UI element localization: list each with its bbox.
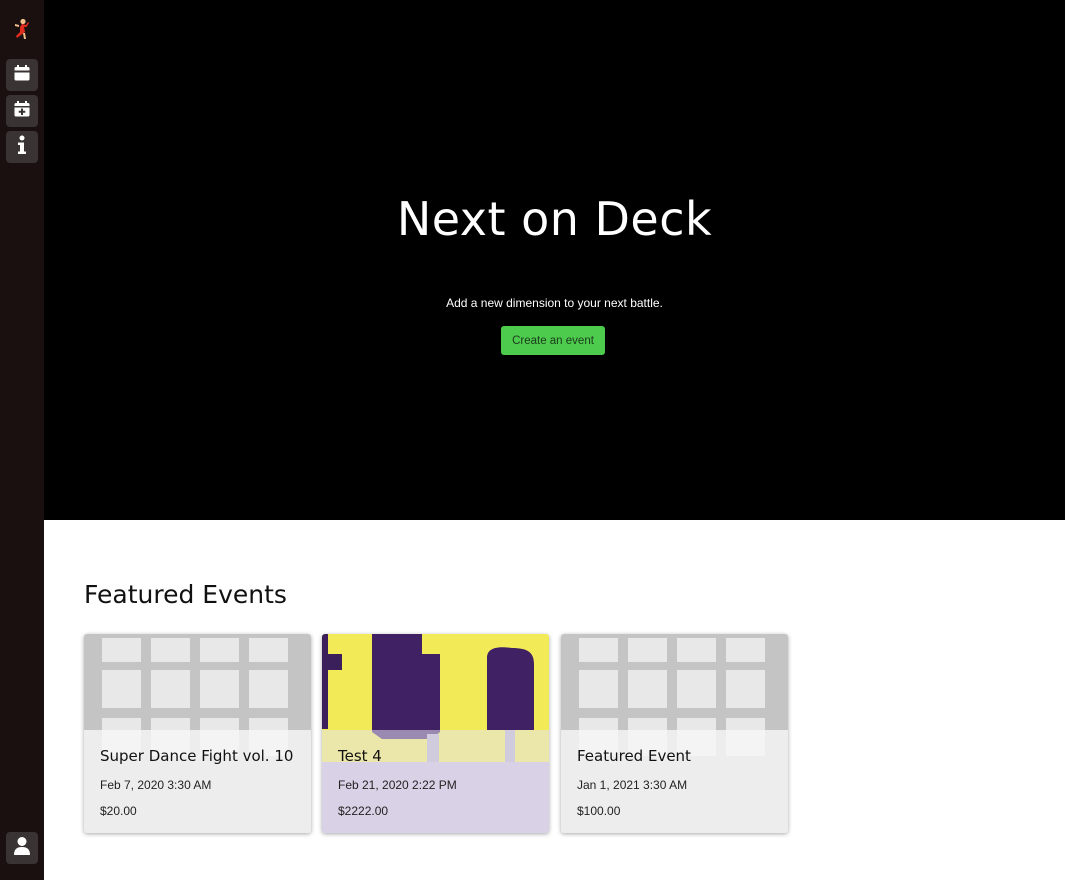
event-card-title: Featured Event — [577, 747, 691, 765]
event-card-price: $2222.00 — [338, 804, 389, 818]
event-card-date: Jan 1, 2021 3:30 AM — [577, 778, 688, 792]
calendar-plus-icon — [13, 100, 31, 123]
event-card-title: Super Dance Fight vol. 10 — [100, 747, 294, 765]
event-card-price: $100.00 — [577, 804, 621, 818]
dancer-icon[interactable] — [11, 17, 33, 41]
create-event-button[interactable]: Create an event — [501, 326, 605, 355]
sidebar-item-events[interactable] — [6, 59, 38, 91]
profile-button[interactable] — [6, 832, 38, 864]
event-card-date: Feb 21, 2020 2:22 PM — [338, 778, 457, 792]
event-card[interactable]: Test 4 Feb 21, 2020 2:22 PM $2222.00 — [322, 634, 549, 833]
sidebar — [0, 0, 44, 880]
hero-banner: Next on Deck Add a new dimension to your… — [44, 0, 1065, 520]
hero-subtitle: Add a new dimension to your next battle. — [446, 296, 663, 310]
event-card-date: Feb 7, 2020 3:30 AM — [100, 778, 212, 792]
event-card[interactable]: Super Dance Fight vol. 10 Feb 7, 2020 3:… — [84, 634, 311, 833]
user-icon — [13, 836, 31, 861]
sidebar-item-create-event[interactable] — [6, 95, 38, 127]
event-card-title: Test 4 — [338, 747, 382, 765]
info-icon — [16, 135, 28, 160]
event-card-price: $20.00 — [100, 804, 137, 818]
event-card[interactable]: Featured Event Jan 1, 2021 3:30 AM $100.… — [561, 634, 788, 833]
hero-title: Next on Deck — [396, 192, 713, 246]
featured-events-heading: Featured Events — [84, 580, 287, 609]
calendar-icon — [13, 64, 31, 87]
sidebar-item-about[interactable] — [6, 131, 38, 163]
